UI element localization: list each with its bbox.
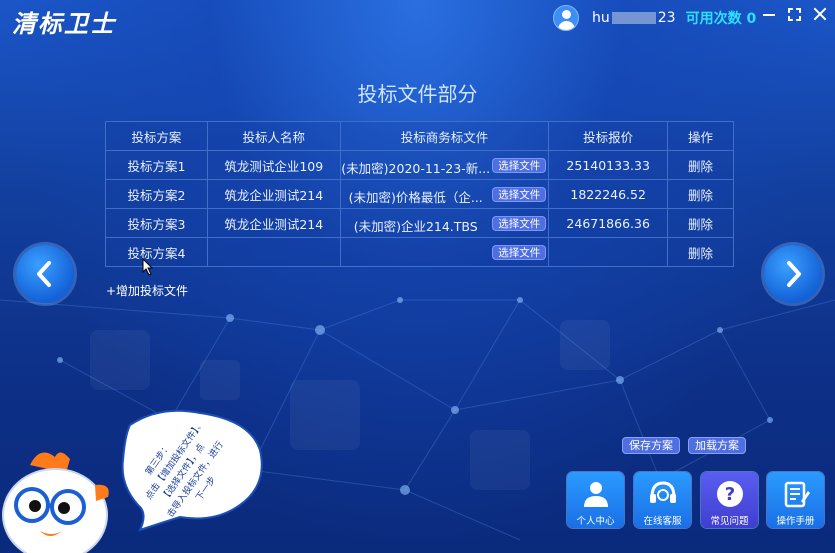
bidder-cell: 筑龙企业测试214	[206, 208, 341, 238]
plan-cell: 投标方案4	[105, 237, 208, 267]
header-price: 投标报价	[548, 121, 669, 151]
question-icon: ?	[717, 481, 743, 507]
delete-button[interactable]: 删除	[667, 208, 734, 238]
user-icon	[584, 482, 608, 507]
tile-label: 操作手册	[776, 516, 815, 527]
file-cell: (未加密)2020-11-23-新... 选择文件	[339, 150, 550, 180]
bidder-cell	[206, 237, 341, 267]
plan-cell: 投标方案3	[105, 208, 208, 238]
bid-files-table: 投标方案 投标人名称 投标商务标文件 投标报价 操作 投标方案1 筑龙测试企业1…	[105, 121, 734, 267]
title-bar: 清标卫士 hu 23 可用次数 0	[0, 0, 835, 38]
file-cell: 选择文件	[339, 237, 550, 267]
file-name: (未加密)2020-11-23-新...	[341, 161, 491, 176]
table-row: 投标方案2 筑龙企业测试214 (未加密)价格最低（企... 选择文件 1822…	[105, 179, 734, 209]
prev-page-button[interactable]	[16, 245, 74, 303]
header-plan: 投标方案	[105, 121, 208, 151]
window-controls	[762, 7, 827, 21]
minimize-icon[interactable]	[762, 7, 776, 21]
username-redacted	[611, 12, 656, 24]
user-info: hu 23 可用次数 0	[553, 5, 756, 31]
avatar-icon[interactable]	[553, 5, 579, 31]
tile-label: 个人中心	[576, 516, 615, 527]
personal-center-button[interactable]: 个人中心	[567, 472, 624, 528]
price-cell	[548, 237, 669, 267]
plan-cell: 投标方案2	[105, 179, 208, 209]
app-logo: 清标卫士	[12, 10, 116, 38]
tile-label: 在线客服	[643, 516, 682, 527]
table-header-row: 投标方案 投标人名称 投标商务标文件 投标报价 操作	[105, 121, 734, 151]
username-suffix: 23	[657, 10, 676, 26]
delete-button[interactable]: 删除	[667, 179, 734, 209]
table-row: 投标方案4 选择文件 删除	[105, 237, 734, 267]
save-plan-button[interactable]: 保存方案	[622, 437, 680, 454]
load-plan-button[interactable]: 加载方案	[688, 437, 746, 454]
svg-text:?: ?	[725, 484, 735, 505]
delete-button[interactable]: 删除	[667, 237, 734, 267]
operation-manual-button[interactable]: 操作手册	[767, 472, 824, 528]
chevron-right-icon	[787, 261, 801, 287]
table-row: 投标方案3 筑龙企业测试214 (未加密)企业214.TBS 选择文件 2467…	[105, 208, 734, 238]
guide-speech-bubble: 第三步： 点击【增加投标文件】、 【选择文件】，点 击导入投标文件，进行 下一步	[121, 409, 263, 532]
username: hu 23	[592, 10, 676, 26]
chevron-left-icon	[37, 261, 51, 287]
price-cell: 24671866.36	[548, 208, 669, 238]
select-file-button[interactable]: 选择文件	[492, 216, 547, 231]
bidder-cell: 筑龙企业测试214	[206, 179, 341, 209]
bidder-cell: 筑龙测试企业109	[206, 150, 341, 180]
headset-icon	[650, 481, 676, 503]
tile-label: 常见问题	[710, 516, 749, 527]
close-icon[interactable]	[813, 7, 827, 21]
mouse-cursor-icon	[142, 258, 154, 276]
remaining-uses: 可用次数 0	[685, 11, 757, 27]
plan-cell: 投标方案1	[105, 150, 208, 180]
file-cell: (未加密)价格最低（企... 选择文件	[339, 179, 550, 209]
manual-icon	[784, 481, 810, 508]
select-file-button[interactable]: 选择文件	[492, 245, 547, 260]
file-cell: (未加密)企业214.TBS 选择文件	[339, 208, 550, 238]
next-page-button[interactable]	[764, 245, 822, 303]
header-file: 投标商务标文件	[339, 121, 550, 151]
select-file-button[interactable]: 选择文件	[492, 158, 547, 173]
delete-button[interactable]: 删除	[667, 150, 734, 180]
file-name: (未加密)价格最低（企...	[348, 190, 483, 205]
header-bidder: 投标人名称	[206, 121, 341, 151]
username-prefix: hu	[592, 10, 610, 26]
header-action: 操作	[667, 121, 734, 151]
mascot-icon	[2, 452, 109, 553]
table-row: 投标方案1 筑龙测试企业109 (未加密)2020-11-23-新... 选择文…	[105, 150, 734, 180]
faq-button[interactable]: ? 常见问题	[701, 472, 758, 528]
select-file-button[interactable]: 选择文件	[492, 187, 547, 202]
file-name: (未加密)企业214.TBS	[353, 219, 478, 234]
add-bid-file-button[interactable]: +增加投标文件	[106, 282, 188, 299]
online-service-button[interactable]: 在线客服	[634, 472, 691, 528]
price-cell: 25140133.33	[548, 150, 669, 180]
price-cell: 1822246.52	[548, 179, 669, 209]
page-title: 投标文件部分	[357, 82, 478, 106]
maximize-icon[interactable]	[788, 7, 801, 21]
